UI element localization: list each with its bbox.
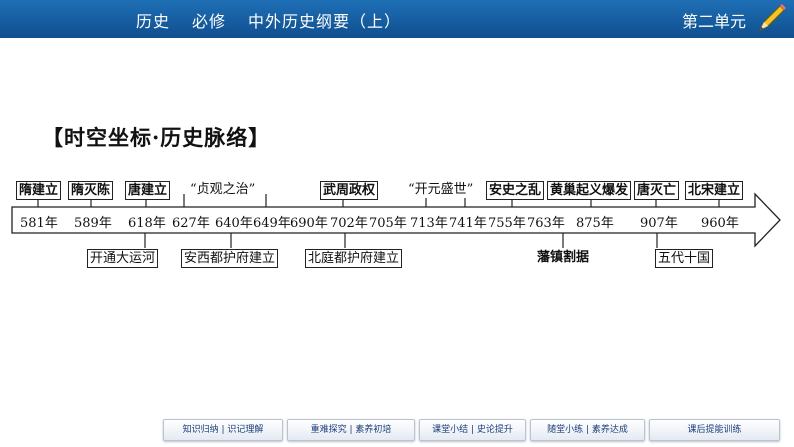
bottom-nav: 知识归纳 | 识记理解 重难探究 | 素养初培 课堂小结 | 史论提升 随堂小练… xyxy=(163,419,780,441)
year-763: 763年 xyxy=(527,216,565,231)
year-581: 581年 xyxy=(20,216,58,231)
year-755: 755年 xyxy=(488,216,526,231)
event-kaiyuan-prosperity: “开元盛世” xyxy=(406,181,476,198)
event-grand-canal: 开通大运河 xyxy=(87,249,159,268)
year-705: 705年 xyxy=(369,216,407,231)
nav-knowledge-summary-button[interactable]: 知识归纳 | 识记理解 xyxy=(163,419,283,441)
nav-quick-practice-button[interactable]: 随堂小练 | 素养达成 xyxy=(530,419,645,441)
event-tang-founded: 唐建立 xyxy=(125,181,171,200)
year-627: 627年 xyxy=(172,216,210,231)
event-wuzhou-regime: 武周政权 xyxy=(320,181,379,200)
year-907: 907年 xyxy=(640,216,678,231)
year-690: 690年 xyxy=(290,216,328,231)
timeline: 隋建立 隋灭陈 唐建立 “贞观之治” 武周政权 “开元盛世” 安史之乱 黄巢起义… xyxy=(0,0,794,447)
year-741: 741年 xyxy=(449,216,487,231)
event-beiting-protectorate: 北庭都护府建立 xyxy=(305,249,403,268)
year-960: 960年 xyxy=(701,216,739,231)
event-five-dynasties: 五代十国 xyxy=(655,249,714,268)
year-640: 640年 xyxy=(215,216,253,231)
year-702: 702年 xyxy=(330,216,368,231)
nav-class-summary-button[interactable]: 课堂小结 | 史论提升 xyxy=(419,419,526,441)
event-fanzhen-separatism: 藩镇割据 xyxy=(535,249,592,266)
event-anshi-rebellion: 安史之乱 xyxy=(486,181,545,200)
event-northern-song-founded: 北宋建立 xyxy=(685,181,744,200)
event-sui-conquers-chen: 隋灭陈 xyxy=(68,181,114,200)
event-anxi-protectorate: 安西都护府建立 xyxy=(181,249,279,268)
event-zhenguan-reign: “贞观之治” xyxy=(188,181,258,198)
nav-after-class-training-button[interactable]: 课后提能训练 xyxy=(649,419,780,441)
event-sui-founded: 隋建立 xyxy=(16,181,62,200)
event-huangchao-uprising: 黄巢起义爆发 xyxy=(547,181,632,200)
year-875: 875年 xyxy=(576,216,614,231)
year-618: 618年 xyxy=(128,216,166,231)
year-649: 649年 xyxy=(253,216,291,231)
year-589: 589年 xyxy=(74,216,112,231)
year-713: 713年 xyxy=(410,216,448,231)
event-tang-falls: 唐灭亡 xyxy=(634,181,680,200)
nav-key-exploration-button[interactable]: 重难探究 | 素养初培 xyxy=(287,419,415,441)
